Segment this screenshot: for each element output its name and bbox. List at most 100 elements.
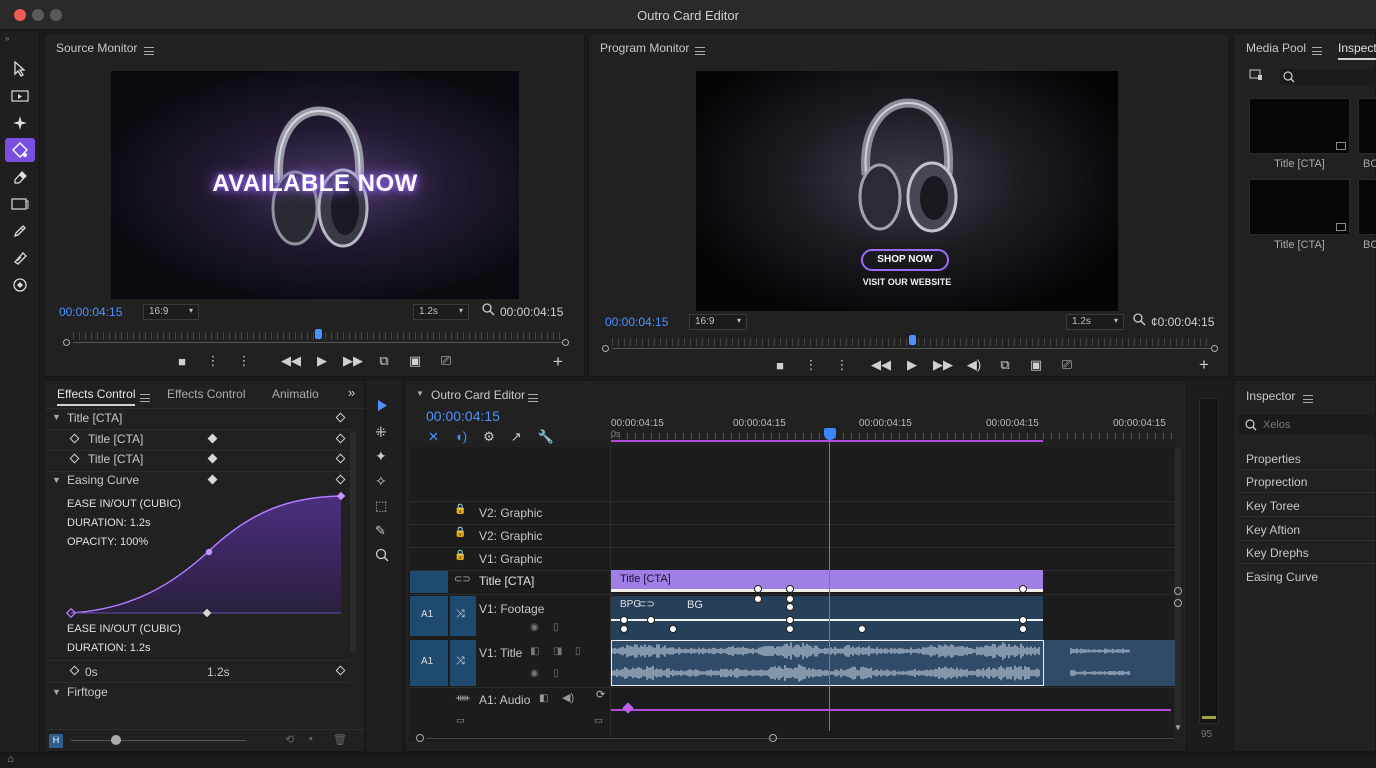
media-pool-menu-icon[interactable] — [1312, 44, 1322, 58]
eye-icon[interactable]: ◉ — [530, 668, 539, 679]
lock-icon[interactable]: 🔒 — [454, 550, 466, 561]
trash-icon[interactable]: ▯ — [575, 646, 581, 657]
collapse-icon[interactable]: » — [5, 34, 9, 43]
keyframe-icon[interactable] — [207, 453, 218, 464]
mark-in-icon[interactable]: ⋮ — [202, 352, 224, 370]
keyframe-toggle-icon[interactable] — [69, 453, 80, 464]
keyframe-toggle-icon[interactable] — [335, 412, 346, 423]
keyframe-icon[interactable] — [1019, 585, 1027, 593]
track-select-icon[interactable] — [5, 84, 35, 108]
source-zoom-dropdown[interactable]: 1.2s ▾ — [413, 304, 469, 320]
effect-row-1[interactable]: Title [CTA] — [67, 411, 122, 425]
timeline-horizontal-scrollbar[interactable] — [416, 734, 1176, 742]
insert-icon[interactable]: ⧉ — [373, 352, 395, 370]
export-frame-icon[interactable]: ⎚ — [435, 352, 457, 370]
pen-keyframe-icon[interactable] — [5, 138, 35, 162]
inspector-row-key-drephs[interactable]: Key Drephs — [1238, 541, 1376, 564]
tab-effects-control-2[interactable]: Effects Control — [167, 387, 245, 401]
zoom-slider-handle[interactable] — [111, 735, 121, 745]
refresh-icon[interactable]: ⟳ — [596, 688, 605, 701]
effect-section-label[interactable]: Firftoge — [67, 685, 108, 699]
solo-icon[interactable]: ◨ — [553, 646, 562, 657]
keyframe-icon[interactable] — [207, 474, 218, 485]
effects-menu-icon[interactable] — [140, 391, 150, 405]
sync-lock-icon[interactable]: ⤨ — [450, 640, 476, 686]
trash-icon[interactable]: ▯ — [553, 622, 559, 633]
inspector-menu-icon[interactable] — [1303, 392, 1313, 406]
arrow-icon[interactable]: ↗ — [511, 429, 522, 445]
linked-icon[interactable]: ◖) — [455, 429, 467, 445]
inspector-row-key-toree[interactable]: Key Toree — [1238, 494, 1376, 517]
mark-in-icon[interactable]: ⋮ — [800, 356, 822, 374]
keyframe-icon[interactable] — [620, 616, 628, 624]
motion-icon[interactable]: ✧ — [375, 473, 387, 490]
wrench-icon[interactable]: 🔧 — [538, 429, 554, 445]
stop-icon[interactable]: ■ — [769, 356, 791, 374]
inspector-row-properties[interactable]: Properties — [1238, 447, 1376, 470]
scroll-down-icon[interactable]: ▼ — [1174, 723, 1182, 732]
mark-out-icon[interactable]: ⋮ — [831, 356, 853, 374]
zoom-slider[interactable] — [71, 740, 246, 741]
program-video-frame[interactable]: SHOP NOW VISIT OUR WEBSITE — [696, 71, 1118, 311]
export-frame-icon[interactable]: ⎚ — [1056, 356, 1078, 374]
caption-icon[interactable]: ▭ — [456, 715, 465, 726]
overflow-chevron-icon[interactable]: » — [348, 385, 355, 400]
ripple-icon[interactable]: ⁜ — [375, 424, 387, 441]
pencil-icon[interactable] — [5, 219, 35, 243]
timeline-playhead-handle[interactable] — [824, 428, 836, 440]
keyframe-icon[interactable] — [1019, 625, 1027, 633]
track-target-title[interactable] — [410, 571, 448, 593]
keyframe-icon[interactable] — [786, 616, 794, 624]
source-aspect-dropdown[interactable]: 16:9 ▾ — [143, 304, 199, 320]
timeline-ruler[interactable]: 00:00:04:15 0s 00:00:04:15 00:00:04:15 0… — [611, 411, 1177, 443]
chevron-down-icon[interactable]: ▼ — [52, 687, 61, 697]
keyframe-icon[interactable] — [207, 433, 218, 444]
tab-media-pool[interactable]: Media Pool — [1246, 41, 1306, 55]
mic-icon[interactable]: ◧ — [539, 693, 548, 704]
media-thumb-2[interactable] — [1358, 98, 1376, 154]
inspector-search-input[interactable]: Xelos — [1239, 415, 1376, 435]
trash-icon[interactable]: 🗑 — [333, 733, 347, 746]
sparkle-icon[interactable] — [5, 111, 35, 135]
hand-icon[interactable] — [5, 273, 35, 297]
media-view-icon[interactable] — [1249, 69, 1263, 84]
clip-audio-waveform[interactable] — [611, 640, 1177, 686]
tab-effects-control-1[interactable]: Effects Control — [57, 387, 136, 406]
camera-icon[interactable]: ▪ — [309, 733, 313, 745]
lift-icon[interactable]: ⧉ — [994, 356, 1016, 374]
marker-icon[interactable]: ⚙ — [483, 429, 495, 445]
eraser-icon[interactable] — [5, 165, 35, 189]
keyframe-toggle-icon[interactable] — [335, 453, 346, 464]
program-zoom-dropdown[interactable]: 1.2s ▾ — [1066, 314, 1124, 330]
stop-icon[interactable]: ■ — [171, 352, 193, 370]
program-timecode[interactable]: 00:00:04:15 — [605, 315, 668, 329]
scroll-handle-icon[interactable] — [1174, 587, 1182, 595]
rewind-icon[interactable]: ◀◀ — [870, 356, 892, 374]
shop-now-button[interactable]: SHOP NOW — [861, 249, 949, 271]
pen-icon[interactable]: ✎ — [375, 523, 386, 539]
lock-icon[interactable]: 🔒 — [454, 504, 466, 515]
program-magnify-icon[interactable] — [1133, 313, 1146, 329]
keyframe-icon[interactable] — [786, 603, 794, 611]
source-playhead[interactable] — [315, 329, 322, 339]
keyframe-toggle-icon[interactable] — [335, 665, 346, 676]
audio-volume-line[interactable] — [611, 709, 1171, 711]
fast-forward-icon[interactable]: ▶▶ — [932, 356, 954, 374]
source-add-button[interactable]: + — [553, 352, 563, 372]
media-thumb-3[interactable] — [1249, 179, 1350, 235]
scroll-handle-icon[interactable] — [1174, 599, 1182, 607]
inspector-row-key-aftion[interactable]: Key Aftion — [1238, 518, 1376, 541]
media-thumb-1[interactable] — [1249, 98, 1350, 154]
sparkle-icon[interactable]: ✦ — [375, 448, 387, 465]
chevron-down-icon[interactable]: ▼ — [52, 475, 61, 485]
mark-out-icon[interactable]: ⋮ — [233, 352, 255, 370]
keyframe-icon[interactable] — [620, 625, 628, 633]
play-icon[interactable]: ▶ — [901, 356, 923, 374]
zoom-icon[interactable] — [375, 548, 389, 565]
play-icon[interactable]: ▶ — [311, 352, 333, 370]
fit-icon[interactable]: H — [49, 734, 63, 748]
snap-icon[interactable]: ✕ — [428, 429, 439, 445]
tab-inspect[interactable]: Inspect — [1338, 41, 1376, 60]
extract-icon[interactable]: ▣ — [1025, 356, 1047, 374]
timeline-select-icon[interactable] — [375, 398, 389, 417]
